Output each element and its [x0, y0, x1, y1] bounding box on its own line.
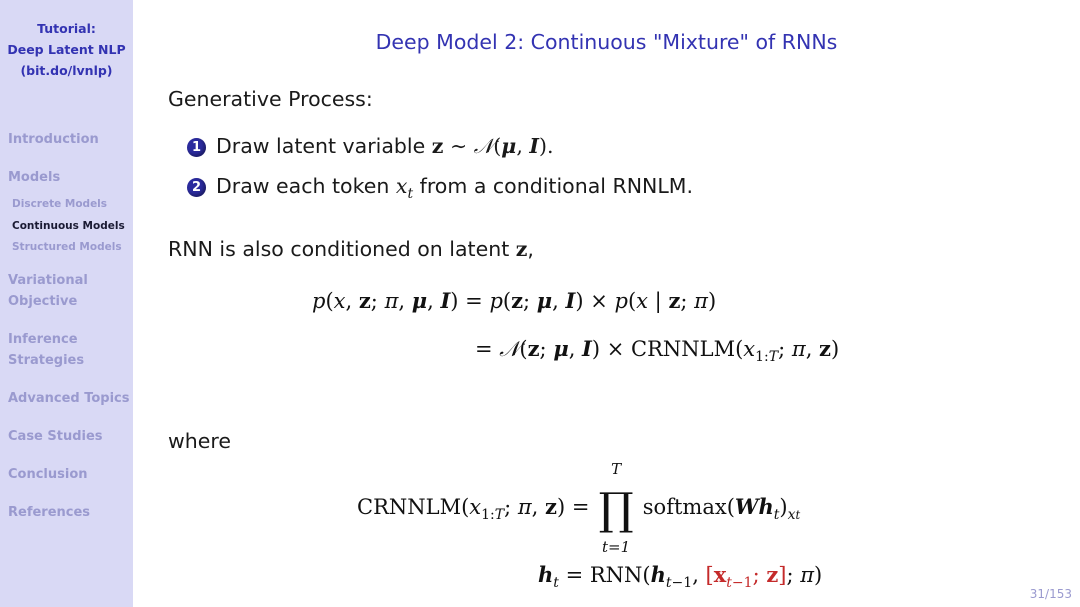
hidden-state-equation: ht = RNN(ht−1, [xt−1; z]; π) [538, 562, 823, 591]
product-lower-limit: t=1 [602, 538, 631, 556]
presentation-title-line: Tutorial: [37, 21, 96, 36]
nav-label-line: Inference [8, 332, 78, 347]
step-1: 1 Draw latent variable z ∼ 𝒩(μ, I). [187, 134, 553, 159]
frame-title: Deep Model 2: Continuous "Mixture" of RN… [375, 30, 838, 54]
where-label: where [168, 429, 231, 453]
conditioning-text: RNN is also conditioned on latent [168, 237, 510, 261]
conditioning-sentence: RNN is also conditioned on latent z, [168, 237, 534, 261]
conditioning-math: z [515, 237, 528, 261]
generative-process-heading: Generative Process: [168, 87, 373, 111]
nav-discrete-models[interactable]: Discrete Models [12, 197, 107, 211]
step-math: z ∼ 𝒩(μ, I). [431, 134, 554, 158]
nav-label-line: Strategies [8, 353, 85, 368]
step-number-badge: 1 [187, 138, 206, 157]
step-text: from a conditional RNNLM. [419, 174, 694, 198]
product-operator: T ∏ t=1 [596, 460, 636, 556]
step-text: Draw latent variable [216, 134, 426, 158]
step-text: Draw each token [216, 174, 390, 198]
highlighted-input-concat: [xt−1; z] [705, 562, 787, 591]
nav-label-line: Objective [8, 294, 78, 309]
joint-probability-equation-line-1: p(x, z; π, μ, I) = p(z; μ, I) × p(x | z;… [312, 288, 717, 313]
nav-case-studies[interactable]: Case Studies [8, 426, 103, 447]
nav-conclusion[interactable]: Conclusion [8, 464, 88, 485]
presentation-title[interactable]: Tutorial: Deep Latent NLP (bit.do/lvnlp) [0, 18, 133, 81]
nav-structured-models[interactable]: Structured Models [12, 240, 122, 254]
nav-references[interactable]: References [8, 502, 90, 523]
nav-introduction[interactable]: Introduction [8, 129, 99, 150]
nav-advanced-topics[interactable]: Advanced Topics [8, 388, 130, 409]
step-number-badge: 2 [187, 178, 206, 197]
sidebar: Tutorial: Deep Latent NLP (bit.do/lvnlp)… [0, 0, 133, 607]
page-number: 31/153 [1029, 587, 1072, 601]
step-2: 2 Draw each token xt from a conditional R… [187, 174, 694, 202]
product-upper-limit: T [611, 460, 622, 478]
nav-models[interactable]: Models [8, 167, 60, 188]
nav-label-line: Variational [8, 273, 88, 288]
crnnlm-definition-equation: CRNNLM(x1:T; π, z) = T ∏ t=1 softmax(Wht… [357, 460, 801, 556]
nav-continuous-models[interactable]: Continuous Models [12, 219, 125, 233]
step-math: xt [395, 174, 414, 202]
presentation-title-line: Deep Latent NLP [7, 42, 126, 57]
nav-inference-strategies[interactable]: Inference Strategies [8, 329, 84, 371]
joint-probability-equation-line-2: = 𝒩(z; μ, I) × CRNNLM(x1:T; π, z) [475, 336, 840, 365]
presentation-title-line: (bit.do/lvnlp) [20, 63, 113, 78]
nav-variational-objective[interactable]: Variational Objective [8, 270, 88, 312]
